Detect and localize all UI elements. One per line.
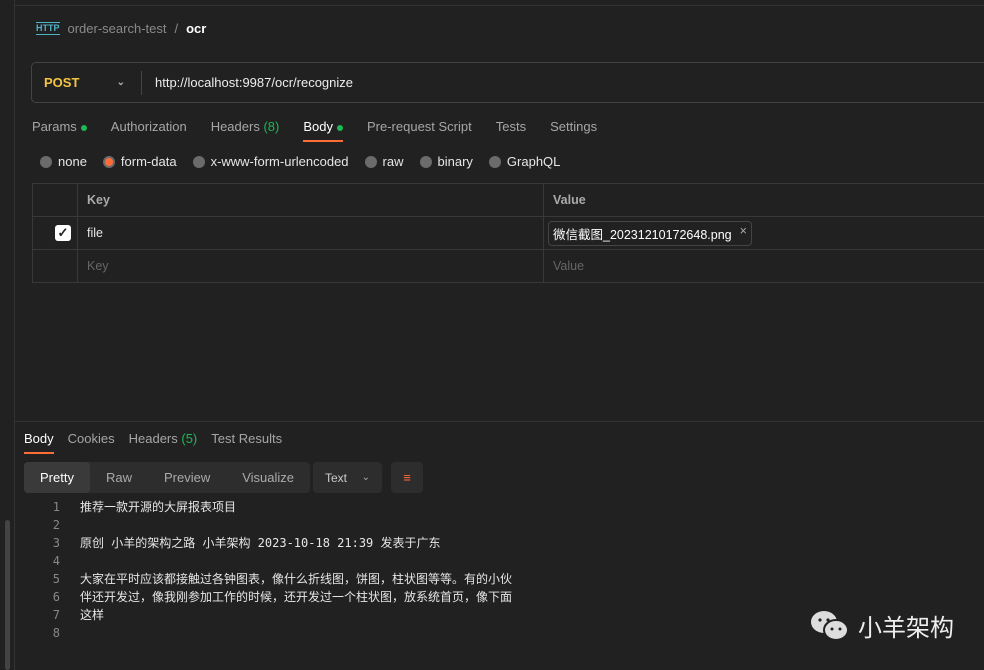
pane-divider[interactable] <box>15 421 984 422</box>
header-value: Value <box>543 183 984 217</box>
tab-response-headers[interactable]: Headers (5) <box>129 431 198 454</box>
view-preview[interactable]: Preview <box>148 462 226 493</box>
tab-test-results[interactable]: Test Results <box>211 431 282 454</box>
file-chip: 微信截图_20231210172648.png × <box>548 220 752 246</box>
tab-params[interactable]: Params <box>32 119 87 142</box>
radio-none[interactable]: none <box>40 154 87 169</box>
http-icon: HTTP <box>36 22 60 35</box>
line-number: 4 <box>52 554 60 568</box>
tab-cookies[interactable]: Cookies <box>68 431 115 454</box>
table-row: ✓ file 微信截图_20231210172648.png × <box>32 216 984 250</box>
sidebar-scrollbar[interactable] <box>5 520 10 670</box>
request-tabs: Params Authorization Headers (8) Body Pr… <box>32 119 597 142</box>
breadcrumb: HTTP order-search-test / ocr <box>36 21 206 36</box>
url-input[interactable]: http://localhost:9987/ocr/recognize <box>142 75 353 90</box>
tab-body[interactable]: Body <box>303 119 343 142</box>
watermark-text: 小羊架构 <box>858 615 954 642</box>
table-header: Key Value <box>32 183 984 217</box>
line-number: 1 <box>52 500 60 514</box>
code-line: 5 大家在平时应该都接触过各钟图表，像什么折线图，饼图，柱状图等等。有的小伙 <box>40 570 512 588</box>
view-visualize[interactable]: Visualize <box>226 462 310 493</box>
chevron-down-icon: ⌄ <box>116 77 125 88</box>
tab-settings[interactable]: Settings <box>550 119 597 142</box>
radio-urlencoded[interactable]: x-www-form-urlencoded <box>192 154 349 169</box>
code-line: 2 <box>40 516 512 534</box>
status-dot <box>80 124 87 131</box>
radio-form-data[interactable]: form-data <box>102 154 177 169</box>
code-line: 8 <box>40 624 512 642</box>
close-icon[interactable]: × <box>740 224 747 243</box>
breadcrumb-collection[interactable]: order-search-test <box>68 21 167 36</box>
code-line: 6 伴还开发过，像我刚参加工作的时候，还开发过一个柱状图，放系统首页，像下面 <box>40 588 512 606</box>
response-body: 1 推荐一款开源的大屏报表项目 2 3 原创 小羊的架构之路 小羊架构 2023-10-… <box>40 498 512 642</box>
radio-raw[interactable]: raw <box>364 154 404 169</box>
tab-tests[interactable]: Tests <box>496 119 526 142</box>
radio-binary[interactable]: binary <box>419 154 473 169</box>
line-number: 5 <box>52 572 60 586</box>
breadcrumb-separator: / <box>174 21 179 36</box>
value-input[interactable]: Value <box>543 249 984 283</box>
chevron-down-icon: ⌄ <box>361 472 370 483</box>
method-select[interactable]: POST ⌄ <box>32 70 142 95</box>
tab-response-body[interactable]: Body <box>24 431 54 454</box>
code-line: 4 <box>40 552 512 570</box>
table-row-empty: Key Value <box>32 249 984 283</box>
status-dot <box>336 124 343 131</box>
line-text: 伴还开发过，像我刚参加工作的时候，还开发过一个柱状图，放系统首页，像下面 <box>80 590 513 604</box>
view-pretty[interactable]: Pretty <box>24 462 90 493</box>
breadcrumb-request[interactable]: ocr <box>186 21 206 36</box>
tab-headers[interactable]: Headers (8) <box>211 119 280 142</box>
header-key: Key <box>77 183 544 217</box>
view-raw[interactable]: Raw <box>90 462 148 493</box>
line-text: 原创 小羊的架构之路 小羊架构 2023-10-18 21:39 发表于广东 <box>80 536 441 550</box>
line-text: 这样 <box>80 608 105 622</box>
line-number: 8 <box>52 626 60 640</box>
line-text: 推荐一款开源的大屏报表项目 <box>80 500 237 514</box>
response-tabs: Body Cookies Headers (5) Test Results <box>24 431 282 454</box>
view-mode-toggle: Pretty Raw Preview Visualize <box>24 462 311 493</box>
wrap-lines-icon[interactable]: ≡ <box>391 462 423 493</box>
line-number: 3 <box>52 536 60 550</box>
method-label: POST <box>44 75 80 90</box>
tab-authorization[interactable]: Authorization <box>111 119 187 142</box>
form-data-table: Key Value ✓ file 微信截图_20231210172648.png… <box>32 183 984 283</box>
key-input[interactable]: Key <box>77 249 544 283</box>
wechat-icon <box>811 610 849 641</box>
url-bar: POST ⌄ http://localhost:9987/ocr/recogniz… <box>31 62 984 103</box>
body-type-radios: none form-data x-www-form-urlencoded raw… <box>40 154 560 169</box>
key-cell[interactable]: file <box>77 216 544 250</box>
watermark: 小羊架构 <box>810 608 954 643</box>
line-number: 2 <box>52 518 60 532</box>
code-line: 1 推荐一款开源的大屏报表项目 <box>40 498 512 516</box>
line-text: 大家在平时应该都接触过各钟图表，像什么折线图，饼图，柱状图等等。有的小伙 <box>80 572 513 586</box>
code-line: 3 原创 小羊的架构之路 小羊架构 2023-10-18 21:39 发表于广东 <box>40 534 512 552</box>
tab-bar-divider <box>15 5 984 6</box>
radio-graphql[interactable]: GraphQL <box>488 154 560 169</box>
line-number: 7 <box>52 608 60 622</box>
line-number: 6 <box>52 590 60 604</box>
tab-pre-request-script[interactable]: Pre-request Script <box>367 119 472 142</box>
checkbox-checked-icon[interactable]: ✓ <box>55 225 71 241</box>
code-line: 7 这样 <box>40 606 512 624</box>
format-select[interactable]: Text ⌄ <box>313 462 382 493</box>
file-name: 微信截图_20231210172648.png <box>553 227 732 242</box>
format-label: Text <box>325 470 348 485</box>
